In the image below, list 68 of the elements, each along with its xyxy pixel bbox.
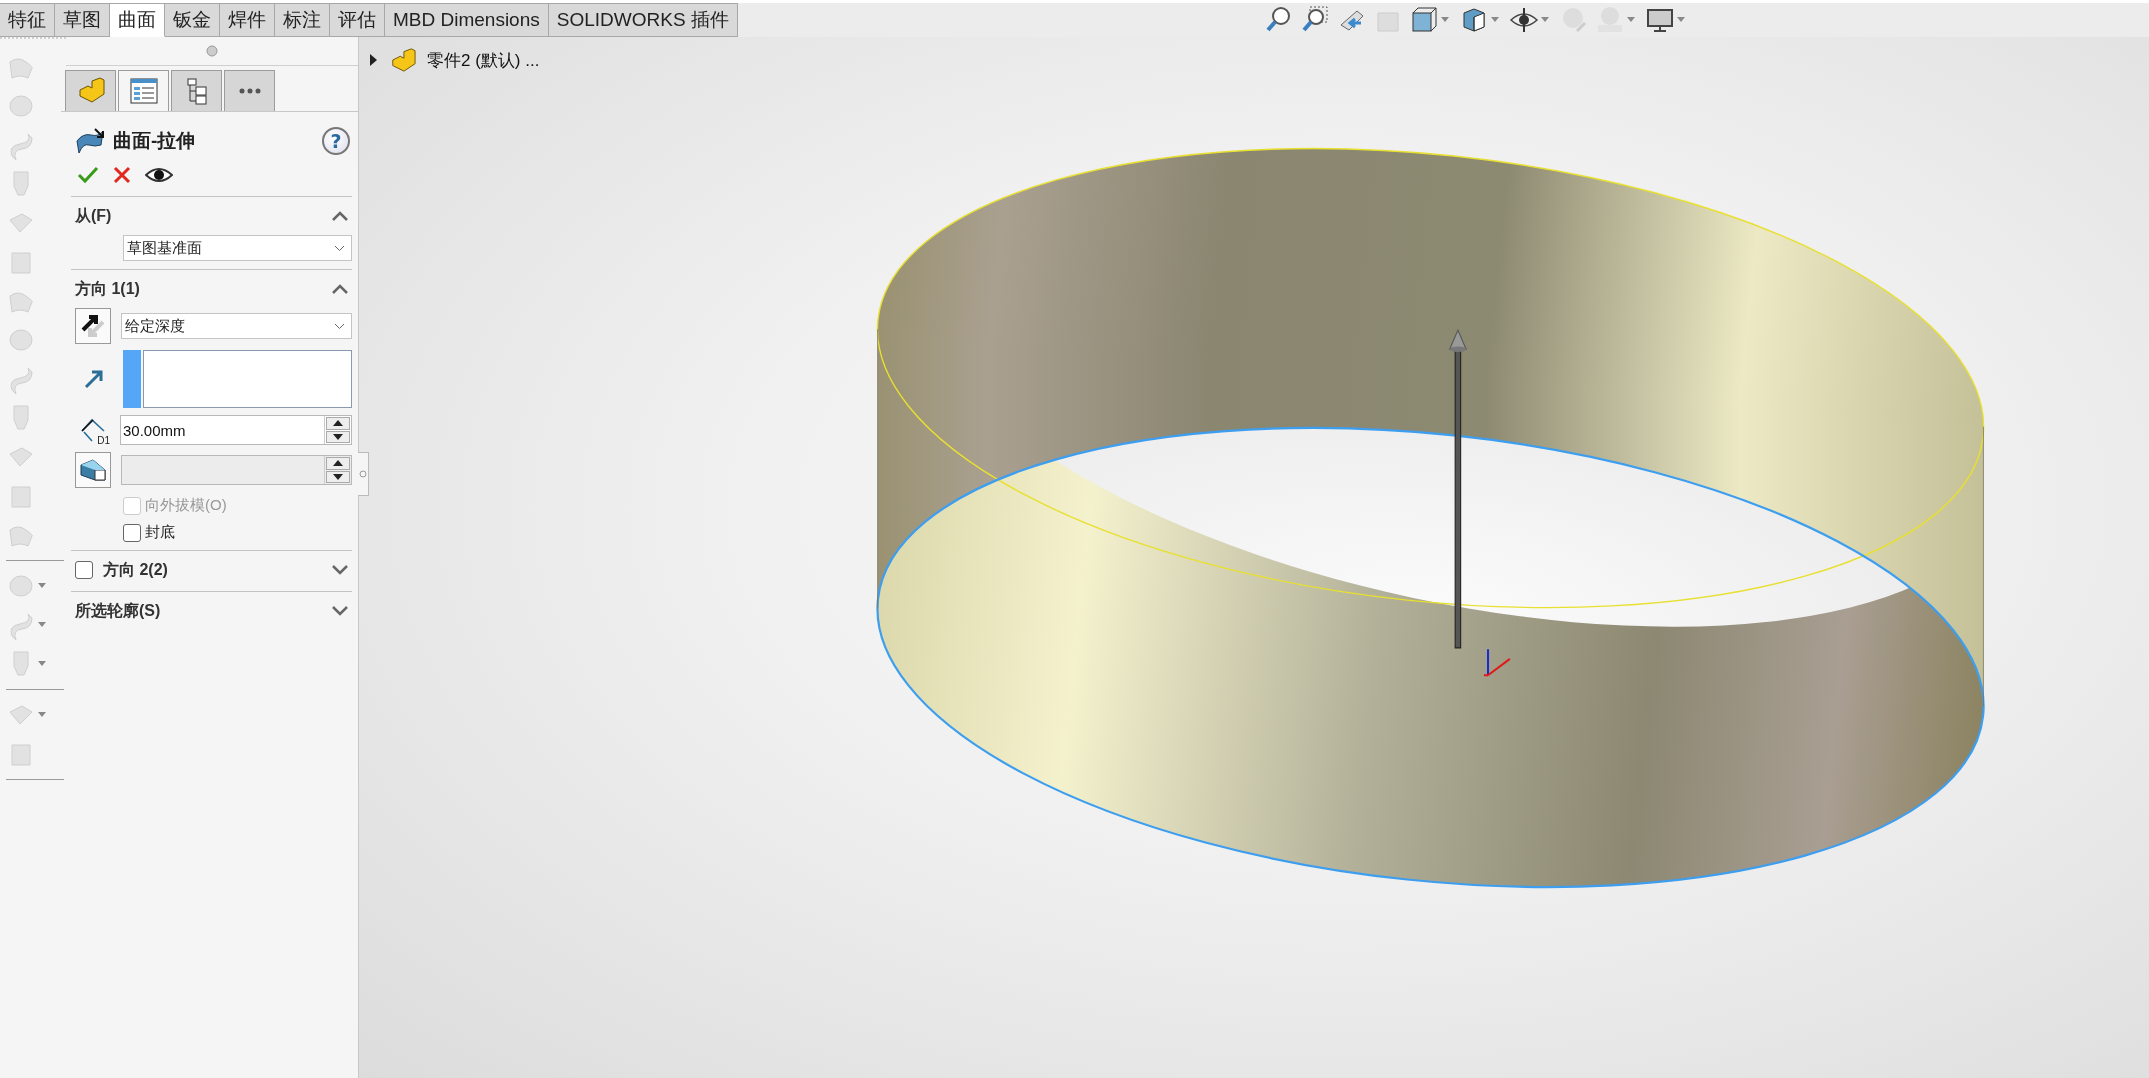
feature-title: 曲面-拉伸 <box>113 129 197 153</box>
chevron-down-icon[interactable] <box>334 322 345 330</box>
section-title: 方向 2(2) <box>103 559 169 580</box>
ribbon-tab[interactable]: SOLIDWORKS 插件 <box>548 3 738 37</box>
depth-input[interactable]: 30.00mm <box>121 416 324 444</box>
ribbon-tab[interactable]: MBD Dimensions <box>385 3 549 37</box>
cube-icon[interactable] <box>1409 5 1439 35</box>
drag-handle-icon[interactable] <box>206 45 218 57</box>
ribbon-tab[interactable]: 钣金 <box>165 3 220 37</box>
eye-icon[interactable] <box>1509 5 1539 35</box>
expand-arrow-icon[interactable] <box>369 54 379 66</box>
expand-chevron-icon[interactable] <box>332 606 348 616</box>
section-title: 方向 1(1) <box>75 278 141 299</box>
collapse-chevron-icon[interactable] <box>332 284 348 294</box>
up-triangle-icon[interactable] <box>333 420 343 427</box>
panel-tab[interactable] <box>65 70 116 111</box>
caret-icon[interactable] <box>38 661 46 667</box>
panel-tab[interactable] <box>171 70 222 111</box>
caret-icon[interactable] <box>38 583 46 589</box>
depth-spin-field[interactable]: 30.00mm <box>120 415 352 445</box>
ribbon-tab[interactable]: 草图 <box>55 3 110 37</box>
caret-icon[interactable] <box>1541 17 1549 23</box>
caret-icon[interactable] <box>38 712 46 718</box>
start-condition-dropdown[interactable]: 草图基准面 <box>123 235 352 261</box>
chevron-down-icon[interactable] <box>334 244 345 252</box>
more-icon <box>238 88 261 94</box>
help-button[interactable]: ? <box>322 127 350 155</box>
close-icon[interactable] <box>113 166 131 184</box>
reverse-direction-button[interactable] <box>75 308 111 344</box>
up-triangle-icon[interactable] <box>333 460 343 467</box>
depth-arrow-drawing[interactable] <box>1448 328 1467 649</box>
expand-chevron-icon[interactable] <box>332 565 348 575</box>
section-title: 从(F) <box>75 205 113 226</box>
axis-triad-icon <box>1482 649 1511 677</box>
spin-up-button[interactable] <box>326 417 350 430</box>
property-list-icon <box>129 78 158 104</box>
caret-icon[interactable] <box>1677 17 1685 23</box>
section-checkbox[interactable] <box>75 561 93 579</box>
end-condition-dropdown[interactable]: 给定深度 <box>121 313 352 339</box>
confirm-icon[interactable] <box>77 166 99 184</box>
section-title: 所选轮廓(S) <box>75 600 162 621</box>
ribbon-tab[interactable]: 曲面 <box>110 3 165 37</box>
collapse-chevron-icon[interactable] <box>332 211 348 221</box>
caret-icon[interactable] <box>38 622 46 628</box>
ribbon-tab[interactable]: 特征 <box>0 3 55 37</box>
direction-arrow-icon <box>84 369 104 389</box>
ribbon-tab[interactable]: 焊件 <box>220 3 275 37</box>
down-triangle-icon[interactable] <box>333 433 343 440</box>
caret-icon[interactable] <box>1491 17 1499 23</box>
option-checkbox[interactable] <box>123 523 141 542</box>
surface-extrude-icon <box>75 127 107 155</box>
panel-tab[interactable] <box>224 70 275 111</box>
ribbon-tab[interactable]: 标注 <box>275 3 330 37</box>
panel-tab[interactable] <box>118 70 169 111</box>
option-label: 封底 <box>145 523 175 542</box>
part-icon <box>389 47 417 73</box>
ribbon-tab[interactable]: 评估 <box>330 3 385 37</box>
tree-item-label[interactable]: 零件2 (默认) ... <box>427 48 540 72</box>
dimension-label: D1 <box>97 435 110 446</box>
spin-down-button[interactable] <box>326 430 350 443</box>
eye-icon[interactable] <box>145 166 173 184</box>
selection-list[interactable] <box>123 350 352 408</box>
splitter-handle[interactable] <box>358 452 369 496</box>
caret-icon[interactable] <box>1441 17 1449 23</box>
down-triangle-icon[interactable] <box>333 473 343 480</box>
caret-icon[interactable] <box>1627 17 1635 23</box>
draft-button[interactable] <box>75 452 111 488</box>
option-label: 向外拔模(O) <box>145 496 227 515</box>
